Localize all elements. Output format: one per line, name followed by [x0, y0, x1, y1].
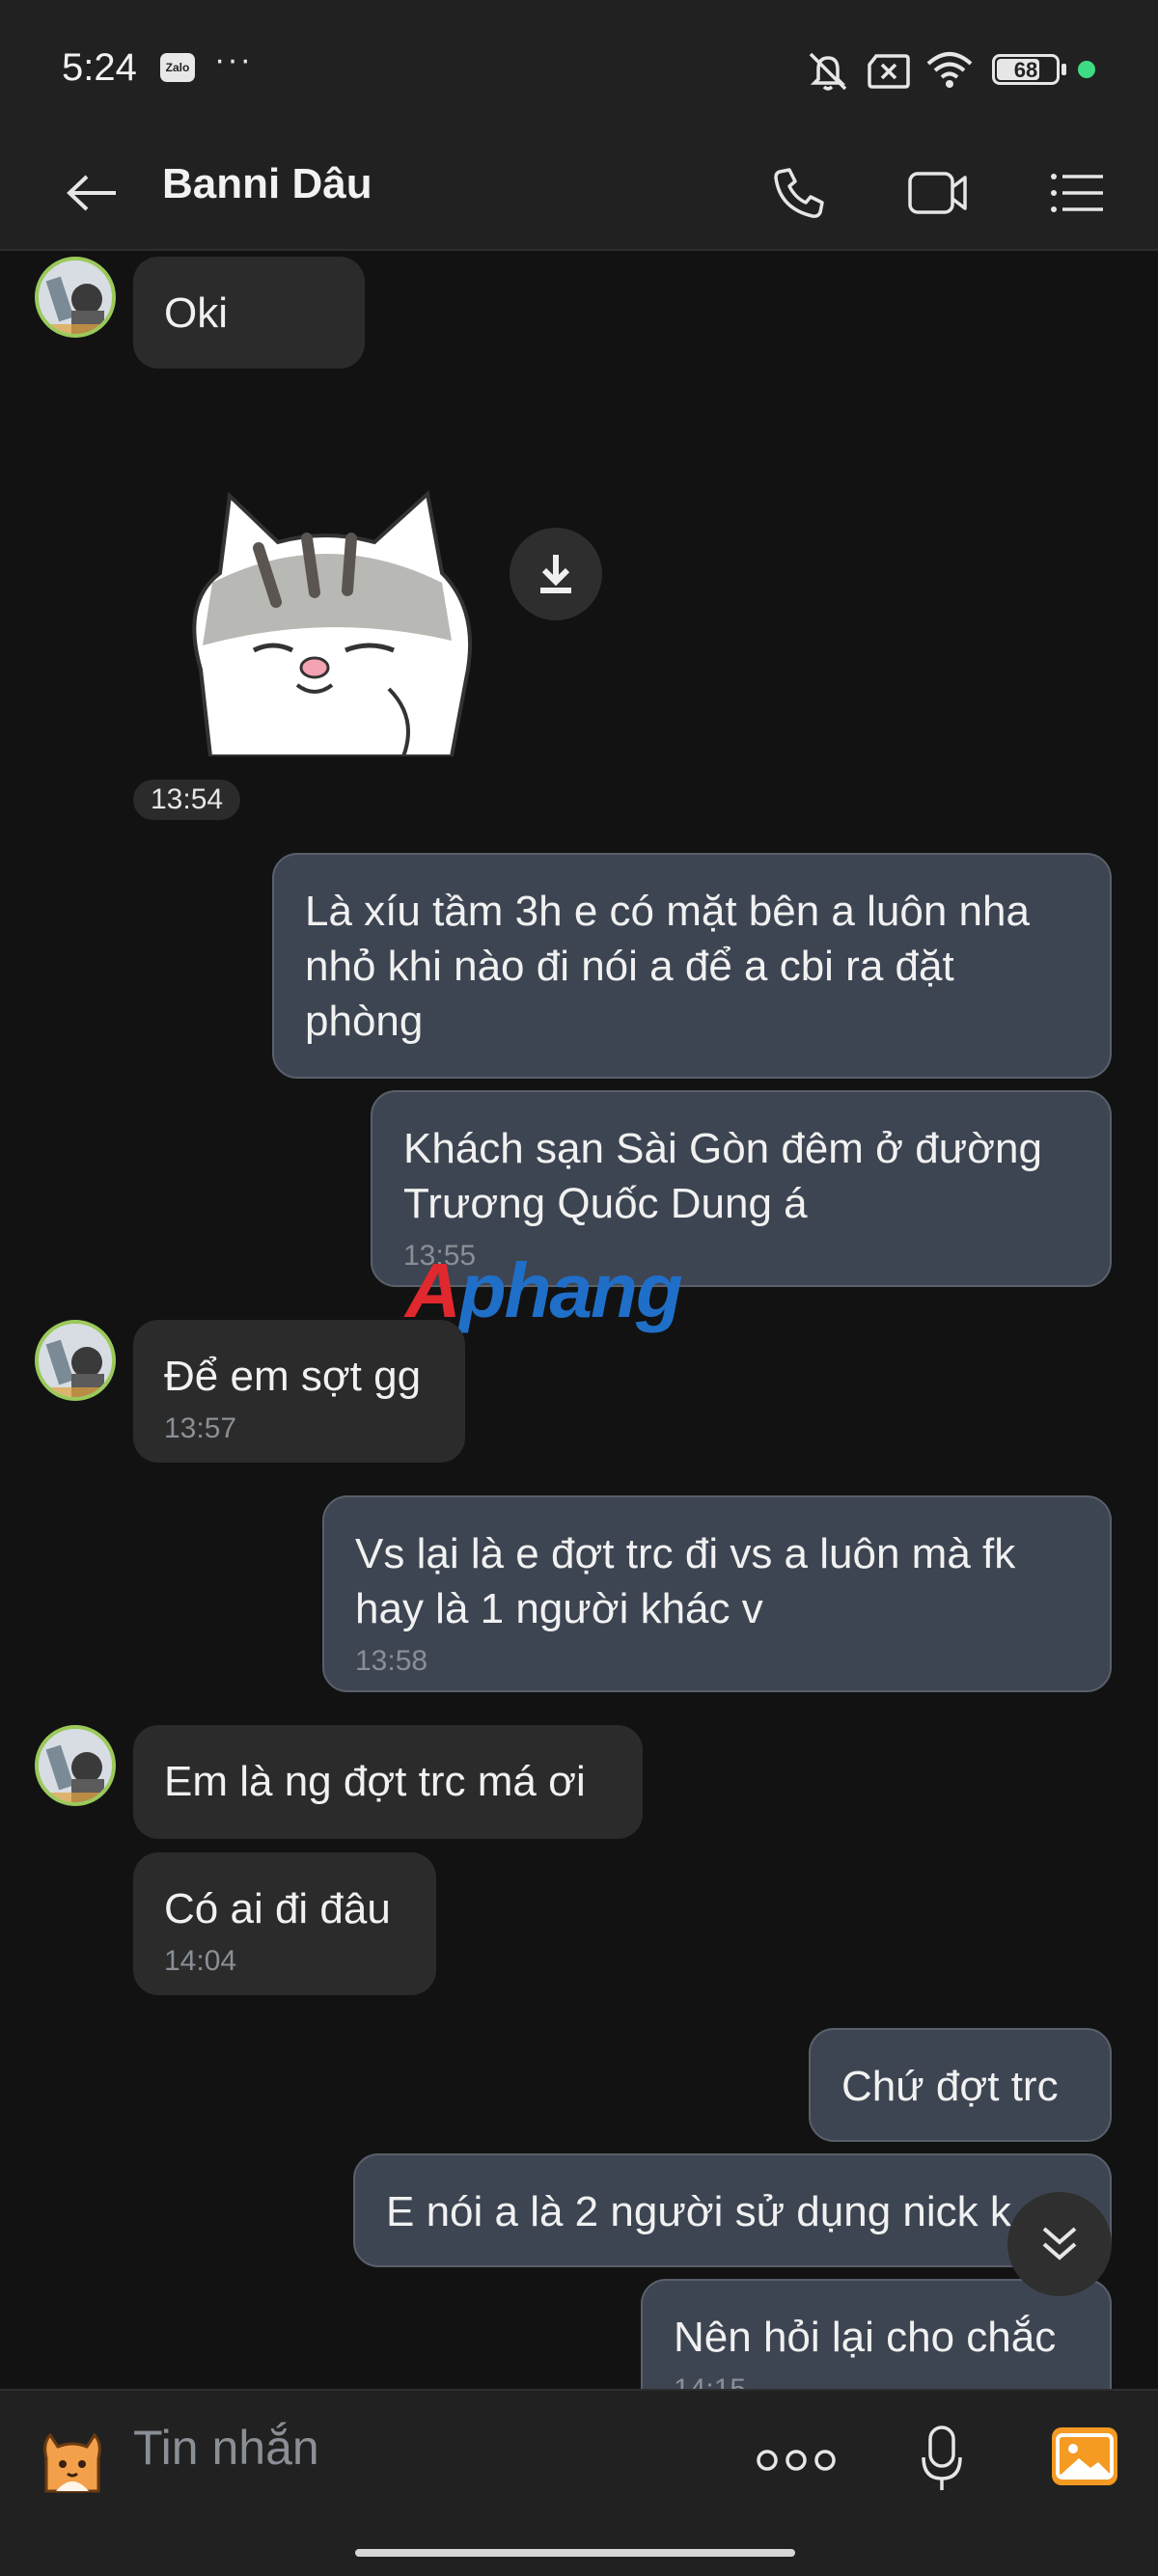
message-text: Khách sạn Sài Gòn đêm ở đường Trương Quố… [403, 1125, 1042, 1227]
message-text: Oki [164, 289, 228, 337]
back-button[interactable] [54, 154, 131, 232]
message-bubble-incoming[interactable]: Em là ng đợt trc má ơi [133, 1725, 643, 1839]
more-actions-button[interactable] [753, 2422, 840, 2499]
message-text: E nói a là 2 người sử dụng nick k [386, 2188, 1011, 2235]
message-time: 13:58 [355, 1645, 428, 1677]
message-bubble-outgoing[interactable]: Vs lại là e đợt trc đi vs a luôn mà fk h… [322, 1495, 1112, 1692]
wifi-icon [926, 52, 973, 88]
battery-cap [1062, 64, 1066, 75]
sticker-timestamp: 13:54 [133, 780, 241, 820]
more-dots-icon [757, 2450, 836, 2471]
contact-name[interactable]: Banni Dâu [162, 160, 372, 208]
message-bubble-outgoing[interactable]: Nên hỏi lại cho chắc 14:15 [641, 2279, 1112, 2389]
chat-header: Banni Dâu [0, 135, 1158, 251]
no-sim-icon [868, 54, 910, 89]
message-text: Có ai đi đâu [164, 1885, 391, 1932]
cat-sticker[interactable] [162, 467, 490, 756]
home-indicator[interactable] [355, 2549, 795, 2557]
message-list[interactable]: Oki 13:54 Là xíu tầm 3h e có mặt bên a l… [0, 253, 1158, 2389]
phone-icon [774, 168, 824, 218]
message-bubble-outgoing[interactable]: Chứ đợt trc [809, 2028, 1112, 2142]
message-bubble-incoming[interactable]: Oki [133, 257, 365, 369]
video-call-button[interactable] [899, 154, 977, 232]
battery-icon: 68 [992, 54, 1060, 85]
voice-message-button[interactable] [903, 2416, 980, 2503]
cat-sticker-icon[interactable] [33, 2422, 112, 2501]
message-time: 14:15 [674, 2370, 1079, 2389]
message-text: Là xíu tầm 3h e có mặt bên a luôn nha nh… [305, 888, 1030, 1045]
options-menu-button[interactable] [1038, 154, 1116, 232]
message-text: Em là ng đợt trc má ơi [164, 1758, 586, 1805]
message-bubble-incoming[interactable]: Để em sợt gg 13:57 [133, 1320, 465, 1463]
double-chevron-down-icon [1042, 2227, 1077, 2261]
contact-avatar[interactable] [35, 1725, 116, 1806]
image-gallery-icon[interactable] [1050, 2425, 1119, 2487]
more-notifications-icon: ··· [214, 41, 253, 78]
download-icon [540, 555, 571, 593]
message-bubble-incoming[interactable]: Có ai đi đâu 14:04 [133, 1852, 436, 1995]
message-bubble-outgoing[interactable]: E nói a là 2 người sử dụng nick k [353, 2153, 1112, 2267]
message-text: Vs lại là e đợt trc đi vs a luôn mà fk h… [355, 1530, 1016, 1632]
voice-call-button[interactable] [760, 154, 838, 232]
arrow-left-icon [67, 175, 116, 211]
message-input[interactable]: Tin nhắn [133, 2420, 319, 2476]
message-input-bar: Tin nhắn [0, 2389, 1158, 2576]
status-time: 5:24 [62, 46, 137, 89]
scroll-to-bottom-button[interactable] [1007, 2192, 1112, 2296]
message-text: Nên hỏi lại cho chắc [674, 2314, 1057, 2361]
download-sticker-button[interactable] [510, 528, 602, 620]
microphone-icon [922, 2425, 962, 2490]
avatar-image [39, 1324, 112, 1397]
message-text: Để em sợt gg [164, 1353, 422, 1400]
contact-avatar[interactable] [35, 257, 116, 338]
message-time: 13:57 [164, 1412, 237, 1444]
avatar-image [39, 1729, 112, 1802]
message-text: Chứ đợt trc [841, 2063, 1059, 2110]
contact-avatar[interactable] [35, 1320, 116, 1401]
watermark-rest: phang [458, 1247, 683, 1333]
list-menu-icon [1051, 174, 1103, 212]
message-time: 14:04 [164, 1945, 237, 1977]
status-bar: 5:24 Zalo ··· 68 [0, 0, 1158, 135]
privacy-indicator-dot [1078, 61, 1095, 78]
zalo-notification-icon: Zalo [160, 53, 195, 82]
mute-bell-icon [809, 52, 847, 91]
battery-level: 68 [1013, 58, 1038, 82]
video-camera-icon [908, 172, 967, 214]
avatar-image [39, 260, 112, 334]
message-bubble-outgoing[interactable]: Là xíu tầm 3h e có mặt bên a luôn nha nh… [272, 853, 1112, 1079]
